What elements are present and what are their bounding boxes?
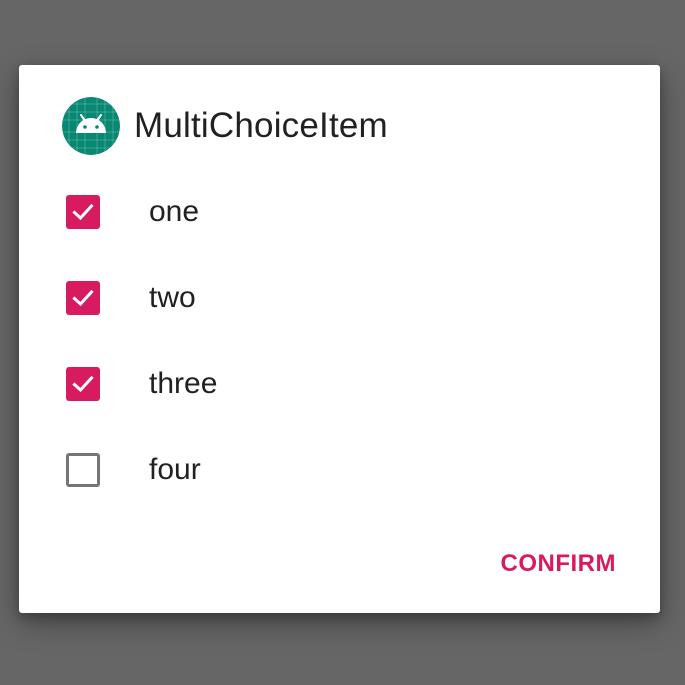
list-item-label: one [149, 195, 200, 228]
checkbox-checked-icon[interactable] [66, 281, 100, 315]
list-item-one[interactable]: one [19, 169, 660, 255]
list-item-label: two [149, 281, 196, 314]
list-item-label: three [149, 367, 218, 400]
list-item-two[interactable]: two [19, 255, 660, 341]
list-item-three[interactable]: three [19, 341, 660, 427]
checkbox-unchecked-icon[interactable] [66, 453, 100, 487]
checkbox-checked-icon[interactable] [66, 367, 100, 401]
android-robot-icon [62, 97, 120, 155]
list-item-four[interactable]: four [19, 427, 660, 513]
confirm-button[interactable]: CONFIRM [489, 540, 628, 588]
choice-list: one two three four [19, 169, 660, 513]
dialog-title: MultiChoiceItem [134, 106, 388, 145]
multi-choice-dialog: MultiChoiceItem one two three four CONFI… [19, 65, 660, 613]
list-item-label: four [149, 453, 201, 486]
checkbox-checked-icon[interactable] [66, 195, 100, 229]
dialog-header: MultiChoiceItem [62, 97, 388, 155]
